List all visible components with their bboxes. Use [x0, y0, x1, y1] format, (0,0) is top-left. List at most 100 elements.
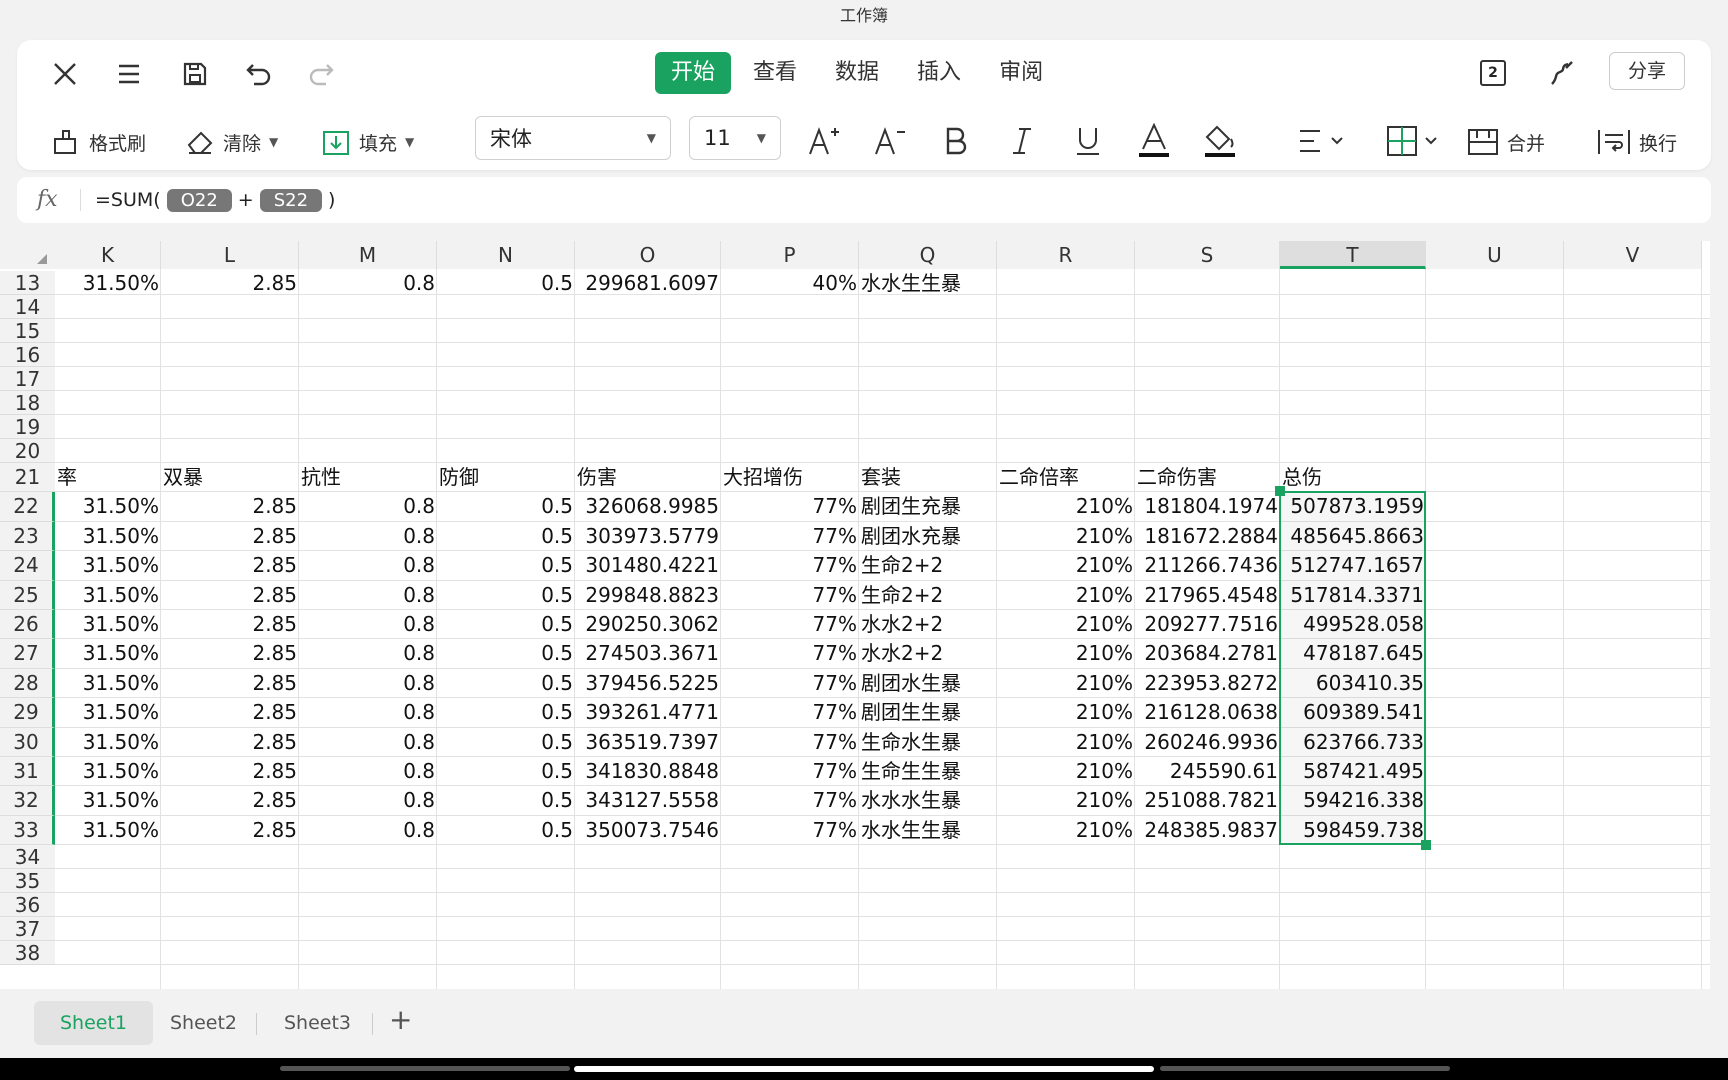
font-size-select[interactable]: 11 ▼	[689, 116, 781, 160]
column-header-o[interactable]: O	[575, 241, 721, 269]
row-header[interactable]: 28	[0, 668, 55, 699]
row-header[interactable]: 31	[0, 757, 55, 787]
cell[interactable]: 223953.8272	[1135, 669, 1280, 698]
cell[interactable]: 77%	[721, 728, 859, 757]
cell[interactable]: 套装	[859, 463, 997, 492]
cell[interactable]: 31.50%	[55, 786, 161, 815]
cell[interactable]: 77%	[721, 698, 859, 727]
cell[interactable]: 393261.4771	[575, 698, 721, 727]
cell[interactable]: 2.85	[161, 786, 299, 815]
cell[interactable]: 2.85	[161, 581, 299, 610]
cell[interactable]: 343127.5558	[575, 786, 721, 815]
cell[interactable]: 77%	[721, 581, 859, 610]
add-sheet-button[interactable]: +	[389, 1003, 412, 1036]
cell[interactable]: 2.85	[161, 271, 299, 295]
cell[interactable]: 0.5	[437, 522, 575, 551]
cell[interactable]: 301480.4221	[575, 551, 721, 580]
cell[interactable]: 77%	[721, 522, 859, 551]
cell[interactable]: 0.5	[437, 639, 575, 668]
row-header[interactable]: 23	[0, 521, 55, 552]
cell[interactable]: 0.8	[299, 698, 437, 727]
cell[interactable]: 210%	[997, 728, 1135, 757]
cell[interactable]: 0.8	[299, 669, 437, 698]
cell[interactable]: 210%	[997, 610, 1135, 639]
row-header[interactable]: 33	[0, 815, 55, 846]
cell[interactable]: 2.85	[161, 639, 299, 668]
cell[interactable]: 剧团生生暴	[859, 698, 997, 727]
cell[interactable]: 2.85	[161, 698, 299, 727]
column-header-p[interactable]: P	[721, 241, 859, 269]
cell[interactable]: 二命倍率	[997, 463, 1135, 492]
row-header[interactable]: 32	[0, 786, 55, 816]
share-button[interactable]: 分享	[1609, 52, 1685, 90]
cell[interactable]: 总伤	[1280, 463, 1426, 492]
cell[interactable]: 363519.7397	[575, 728, 721, 757]
merge-button[interactable]: 合并	[1467, 122, 1545, 162]
cell[interactable]: 77%	[721, 551, 859, 580]
cell[interactable]: 31.50%	[55, 522, 161, 551]
cell[interactable]: 31.50%	[55, 639, 161, 668]
cell[interactable]: 31.50%	[55, 816, 161, 845]
cell[interactable]: 0.5	[437, 610, 575, 639]
redo-icon[interactable]	[299, 52, 343, 96]
cell[interactable]: 31.50%	[55, 669, 161, 698]
cell[interactable]: 防御	[437, 463, 575, 492]
cell[interactable]	[1280, 271, 1426, 295]
row-header[interactable]: 26	[0, 610, 55, 640]
cell[interactable]: 0.8	[299, 728, 437, 757]
cell[interactable]: 245590.61	[1135, 757, 1280, 786]
sheet-tab-2[interactable]: Sheet2	[144, 1001, 263, 1045]
tab-insert[interactable]: 插入	[901, 52, 977, 94]
row-header[interactable]: 36	[0, 893, 55, 918]
cell[interactable]: 209277.7516	[1135, 610, 1280, 639]
cell[interactable]: 2.85	[161, 757, 299, 786]
cell[interactable]: 水水生生暴	[859, 271, 997, 295]
cell[interactable]: 0.8	[299, 786, 437, 815]
cell[interactable]: 251088.7821	[1135, 786, 1280, 815]
column-header-q[interactable]: Q	[859, 241, 997, 269]
cell[interactable]: 水水生生暴	[859, 816, 997, 845]
font-color-icon[interactable]	[1133, 118, 1175, 164]
row-header[interactable]: 24	[0, 551, 55, 581]
cell[interactable]: 211266.7436	[1135, 551, 1280, 580]
cell[interactable]: 0.5	[437, 698, 575, 727]
select-all-corner[interactable]	[0, 241, 55, 269]
cell[interactable]: 2.85	[161, 522, 299, 551]
format-painter-button[interactable]: 格式刷	[51, 122, 146, 162]
cell[interactable]: 2.85	[161, 728, 299, 757]
row-header[interactable]: 25	[0, 580, 55, 610]
cell[interactable]: 2.85	[161, 669, 299, 698]
wrap-button[interactable]: 换行	[1597, 122, 1677, 162]
cell[interactable]: 31.50%	[55, 757, 161, 786]
cell[interactable]: 210%	[997, 522, 1135, 551]
cell[interactable]	[997, 271, 1135, 295]
cell[interactable]: 水水2+2	[859, 639, 997, 668]
fill-button[interactable]: 填充 ▼	[321, 122, 414, 162]
cell[interactable]: 210%	[997, 698, 1135, 727]
row-header[interactable]: 30	[0, 727, 55, 757]
cell[interactable]: 2.85	[161, 816, 299, 845]
cell[interactable]: 77%	[721, 669, 859, 698]
cell[interactable]: 181672.2884	[1135, 522, 1280, 551]
column-header-k[interactable]: K	[55, 241, 161, 269]
cell[interactable]: 0.8	[299, 271, 437, 295]
cell[interactable]: 77%	[721, 639, 859, 668]
cell[interactable]: 0.5	[437, 551, 575, 580]
cell[interactable]: 剧团水生暴	[859, 669, 997, 698]
cell[interactable]: 260246.9936	[1135, 728, 1280, 757]
cell[interactable]: 抗性	[299, 463, 437, 492]
cell[interactable]: 210%	[997, 669, 1135, 698]
cell[interactable]: 0.5	[437, 786, 575, 815]
cell[interactable]: 210%	[997, 551, 1135, 580]
cell[interactable]: 31.50%	[55, 698, 161, 727]
cell[interactable]: 水水2+2	[859, 610, 997, 639]
cell[interactable]: 210%	[997, 757, 1135, 786]
row-header[interactable]: 37	[0, 917, 55, 942]
fill-color-icon[interactable]	[1199, 118, 1241, 164]
cell[interactable]: 216128.0638	[1135, 698, 1280, 727]
cell[interactable]: 2.85	[161, 610, 299, 639]
cell[interactable]: 0.5	[437, 816, 575, 845]
cell[interactable]: 31.50%	[55, 728, 161, 757]
undo-icon[interactable]	[237, 52, 281, 96]
cell[interactable]: 0.8	[299, 639, 437, 668]
